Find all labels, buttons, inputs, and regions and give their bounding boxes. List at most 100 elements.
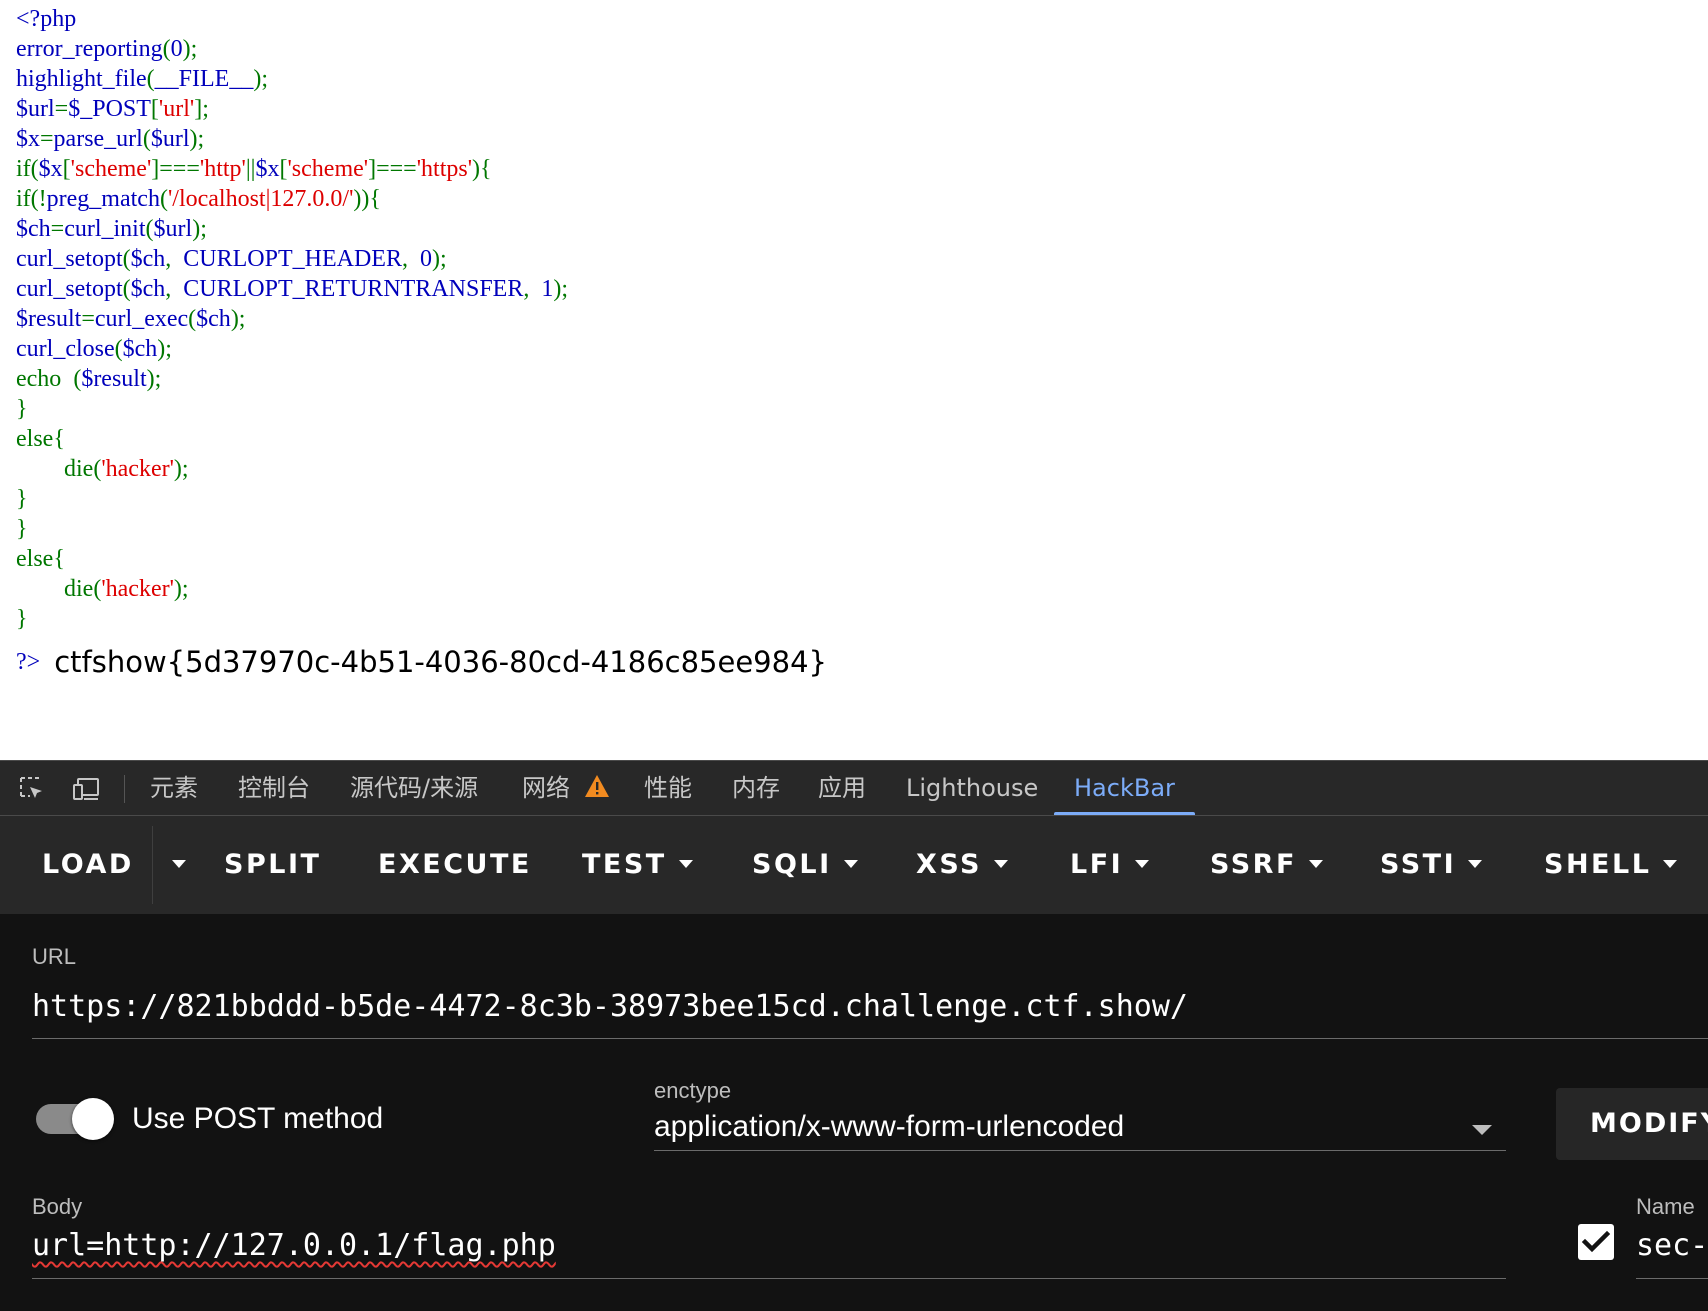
- code-token: highlight_file: [16, 66, 147, 92]
- tab-elements[interactable]: 元素: [150, 761, 198, 815]
- url-label: URL: [32, 944, 77, 969]
- code-line: }: [16, 394, 568, 424]
- code-token: (: [122, 246, 131, 272]
- load-button[interactable]: LOAD: [42, 816, 134, 914]
- code-token: 'http': [199, 156, 246, 182]
- code-token: ]===: [151, 156, 200, 182]
- code-token: __FILE__: [154, 66, 254, 92]
- code-token: ){: [472, 156, 492, 182]
- split-button[interactable]: SPLIT: [224, 816, 321, 914]
- code-token: 'scheme': [70, 156, 152, 182]
- code-token: ,: [401, 246, 420, 272]
- code-token: 'hacker': [101, 576, 174, 602]
- code-token: $ch: [16, 216, 51, 242]
- body-input[interactable]: url=http://127.0.0.1/flag.php: [32, 1228, 556, 1263]
- code-line: if($x['scheme']==='http'||$x['scheme']==…: [16, 154, 568, 184]
- code-token: }: [16, 396, 28, 422]
- code-token: $ch: [122, 336, 158, 362]
- sqli-menu-button[interactable]: SQLI: [752, 816, 858, 914]
- ssti-menu-button[interactable]: SSTI: [1380, 816, 1483, 914]
- load-dropdown-button[interactable]: [160, 816, 186, 914]
- code-token: (: [142, 126, 151, 152]
- code-token: $_POST: [68, 96, 151, 122]
- dropdown-arrow-icon[interactable]: [1472, 1125, 1492, 1135]
- code-token: (: [122, 276, 131, 302]
- code-token: 0: [419, 246, 432, 272]
- code-token: ]===: [368, 156, 417, 182]
- test-menu-button[interactable]: TEST: [582, 816, 693, 914]
- code-line: $result=curl_exec($ch);: [16, 304, 568, 334]
- body-underline: [32, 1278, 1506, 1279]
- header-name-input[interactable]: sec-: [1636, 1228, 1708, 1263]
- ssti-label: SSTI: [1380, 849, 1457, 880]
- tab-hackbar[interactable]: HackBar: [1054, 761, 1195, 815]
- sqli-label: SQLI: [752, 849, 832, 880]
- chevron-down-icon: [843, 859, 858, 868]
- code-line: error_reporting(0);: [16, 34, 568, 64]
- code-token: 'hacker': [101, 456, 174, 482]
- code-line: if(!preg_match('/localhost|127.0.0/')){: [16, 184, 568, 214]
- code-token: }: [16, 516, 28, 542]
- body-text: url=http://127.0.0.1/flag.php: [32, 1228, 556, 1263]
- code-token: $result: [16, 306, 82, 332]
- code-token: curl_setopt: [16, 246, 123, 272]
- code-line: $ch=curl_init($url);: [16, 214, 568, 244]
- tab-application[interactable]: 应用: [818, 761, 866, 815]
- code-token: (: [146, 66, 155, 92]
- enctype-select[interactable]: application/x-www-form-urlencoded: [654, 1110, 1124, 1144]
- code-token: die(: [16, 456, 102, 482]
- xss-menu-button[interactable]: XSS: [916, 816, 1008, 914]
- post-method-toggle-knob[interactable]: [72, 1098, 114, 1140]
- lfi-label: LFI: [1070, 849, 1124, 880]
- code-token: );: [431, 246, 447, 272]
- shell-menu-button[interactable]: SHELL: [1544, 816, 1678, 914]
- ssrf-menu-button[interactable]: SSRF: [1210, 816, 1323, 914]
- tab-performance[interactable]: 性能: [644, 761, 692, 815]
- url-input[interactable]: https://821bbddd-b5de-4472-8c3b-38973bee…: [32, 989, 1188, 1024]
- code-token: $x: [38, 156, 63, 182]
- code-token: $ch: [130, 246, 166, 272]
- code-line: else{: [16, 544, 568, 574]
- code-token: );: [192, 216, 207, 242]
- tab-console[interactable]: 控制台: [238, 761, 310, 815]
- xss-label: XSS: [916, 849, 982, 880]
- code-token: $x: [16, 126, 40, 152]
- code-token: );: [182, 36, 198, 62]
- header-name-label: Name: [1636, 1194, 1695, 1219]
- code-line: $x=parse_url($url);: [16, 124, 568, 154]
- php-source-code: <?php error_reporting(0); highlight_file(_…: [16, 4, 568, 634]
- chevron-down-icon: [1135, 859, 1150, 868]
- code-token: );: [146, 366, 162, 392]
- tab-network-label: 网络: [522, 774, 570, 802]
- load-divider: [152, 826, 153, 904]
- code-token: [: [62, 156, 71, 182]
- header-enable-checkbox[interactable]: [1578, 1224, 1614, 1260]
- code-token: else{: [16, 426, 65, 452]
- chevron-down-icon: [172, 859, 186, 868]
- code-token: =: [54, 96, 69, 122]
- output-line: ?> ctfshow{5d37970c-4b51-4036-80cd-4186c…: [16, 640, 827, 684]
- tab-separator: [124, 775, 125, 803]
- tab-network[interactable]: 网络: [522, 761, 610, 815]
- execute-button[interactable]: EXECUTE: [378, 816, 532, 914]
- enctype-label: enctype: [654, 1078, 732, 1103]
- code-token: [: [150, 96, 159, 122]
- tab-memory[interactable]: 内存: [732, 761, 780, 815]
- code-line: $url=$_POST['url'];: [16, 94, 568, 124]
- enctype-underline: [654, 1150, 1506, 1151]
- code-token: (: [145, 216, 154, 242]
- code-token: die(: [16, 576, 102, 602]
- code-token: =: [40, 126, 54, 152]
- modify-header-button[interactable]: MODIFY: [1556, 1088, 1708, 1160]
- inspect-element-icon[interactable]: [18, 775, 46, 803]
- code-token: );: [253, 66, 268, 92]
- chevron-down-icon: [994, 859, 1008, 868]
- code-token: CURLOPT_RETURNTRANSFER: [183, 276, 524, 302]
- tab-lighthouse[interactable]: Lighthouse: [906, 761, 1038, 815]
- tab-sources[interactable]: 源代码/来源: [350, 761, 478, 815]
- hackbar-toolbar: LOAD SPLIT EXECUTE TEST SQLI XSS LFI SSR…: [0, 816, 1708, 914]
- body-label: Body: [32, 1194, 83, 1219]
- code-token: '/localhost|127.0.0/': [167, 186, 354, 212]
- device-toolbar-icon[interactable]: [72, 775, 100, 803]
- lfi-menu-button[interactable]: LFI: [1070, 816, 1150, 914]
